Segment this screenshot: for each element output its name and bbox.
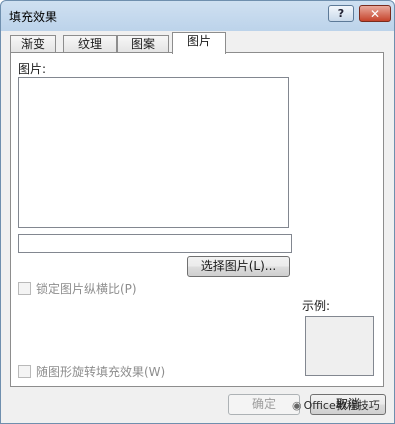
picture-path-field	[18, 234, 292, 253]
rotate-with-shape-label: 随图形旋转填充效果(W)	[36, 365, 166, 379]
sample-preview	[305, 316, 374, 376]
wechat-icon: ◉	[292, 399, 302, 412]
watermark-text: Office教程技巧	[303, 399, 380, 412]
lock-aspect-option[interactable]: 锁定图片纵横比(P)	[18, 280, 137, 297]
tab-picture[interactable]: 图片	[172, 32, 226, 54]
select-picture-button[interactable]: 选择图片(L)...	[187, 256, 290, 277]
watermark: ◉ Office教程技巧	[292, 397, 380, 413]
picture-preview-area	[18, 77, 289, 228]
tab-texture[interactable]: 纹理	[63, 35, 117, 53]
help-button[interactable]: ?	[328, 5, 354, 22]
ok-button[interactable]: 确定	[228, 394, 300, 415]
close-button[interactable]: ✕	[359, 5, 391, 22]
sample-label: 示例:	[302, 299, 331, 313]
rotate-with-shape-checkbox[interactable]	[18, 365, 31, 378]
lock-aspect-checkbox[interactable]	[18, 282, 31, 295]
lock-aspect-label: 锁定图片纵横比(P)	[36, 282, 137, 296]
picture-section-label: 图片:	[18, 62, 47, 76]
tab-gradient[interactable]: 渐变	[10, 35, 56, 53]
dialog-title: 填充效果	[9, 10, 58, 24]
rotate-with-shape-option[interactable]: 随图形旋转填充效果(W)	[18, 363, 165, 380]
help-icon: ?	[337, 7, 345, 20]
close-icon: ✕	[369, 6, 381, 21]
tab-pattern[interactable]: 图案	[117, 35, 169, 53]
